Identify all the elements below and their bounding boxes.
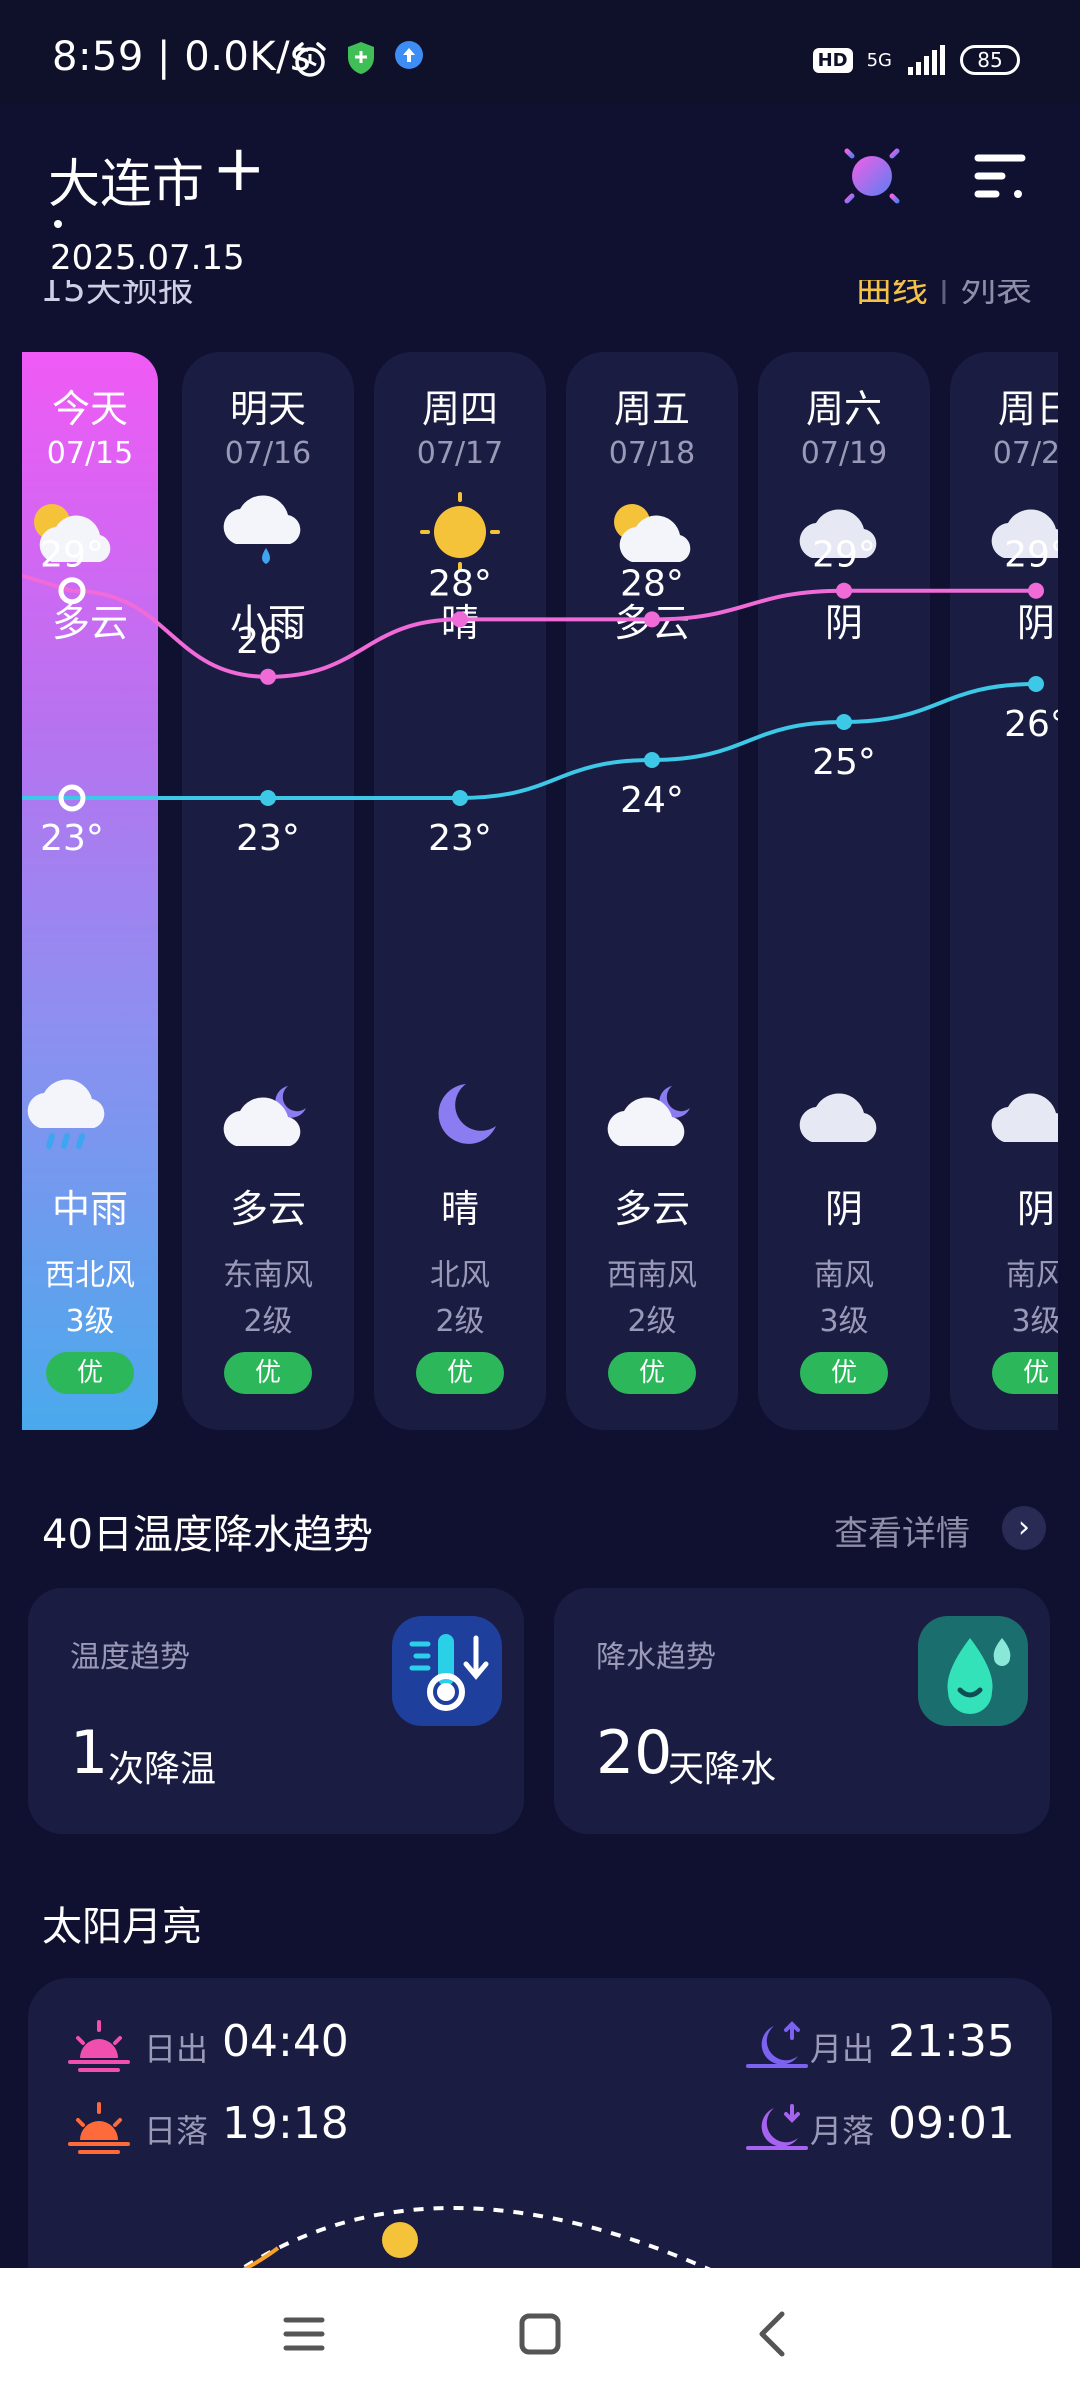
trend40-title: 40日温度降水趋势 [42,1512,373,1558]
current-date: 2025.07.15 [50,238,245,278]
rain-trend-value: 20 [596,1718,673,1788]
low-temp-label: 26° [1004,704,1058,745]
high-temp-point [644,611,660,628]
low-temp-label: 25° [812,742,876,783]
forecast-section-title: 15天预报 [40,280,194,304]
low-temp-point [836,714,852,730]
low-temp-label: 23° [40,818,104,859]
curve-view-tab[interactable]: 曲线 [856,280,928,304]
menu-icon[interactable] [972,150,1028,202]
view-toggle[interactable]: 曲线 | 列表 [856,280,1032,304]
high-temp-label: 29° [1004,535,1058,576]
sun-position-icon [382,2222,418,2258]
add-city-button[interactable]: + [212,132,266,206]
high-temp-label: 28° [428,563,492,604]
home-icon[interactable] [510,2304,570,2364]
temp-trend-unit: 次降温 [108,1749,217,1790]
view-details-link[interactable]: 查看详情 [834,1506,970,1555]
high-temp-point [452,611,468,628]
alarm-icon [294,42,326,77]
shield-icon [348,42,374,74]
low-temp-point [644,752,660,768]
high-temp-label: 28° [620,563,684,604]
page-indicator-dot [54,220,62,228]
sun-moon-card[interactable]: 日出 04:40 日落 19:18 月出 21:35 月落 09:01 [28,1978,1052,2278]
upload-icon [395,41,423,69]
list-view-tab[interactable]: 列表 [960,280,1032,304]
rain-trend-label: 降水趋势 [596,1640,716,1675]
high-temp-label: 26° [236,621,300,662]
precipitation-trend-card[interactable]: 降水趋势 20 天降水 [554,1588,1050,1834]
signal-icon [908,45,945,75]
low-temp-label: 24° [620,780,684,821]
high-temp-point [1028,582,1044,599]
sun-moon-title: 太阳月亮 [42,1904,202,1950]
thermometer-icon [392,1616,502,1726]
hd-badge: HD [812,47,853,73]
water-drop-icon [918,1616,1028,1726]
temperature-trend-card[interactable]: 温度趋势 1 次降温 [28,1588,524,1834]
low-temp-line [22,682,1037,800]
status-time: 8:59 | 0.0K/s [52,34,312,80]
temperature-curves: 29° 26° 28° 28° 29° 29° 23° 23° 23° 24° 25° 26° [22,535,1058,859]
chevron-right-icon[interactable]: › [1002,1506,1046,1550]
low-temp-point [1028,676,1044,692]
recent-apps-icon[interactable] [274,2304,334,2364]
low-temp-label: 23° [236,818,300,859]
navigation-bar [0,2268,1080,2400]
low-temp-label: 23° [428,818,492,859]
low-temp-point [260,790,276,806]
low-temp-point [452,790,468,806]
temp-trend-label: 温度趋势 [70,1640,190,1675]
high-temp-label: 29° [812,535,876,576]
high-temp-line [22,573,1036,679]
weather-sun-icon[interactable] [830,134,914,218]
rain-trend-unit: 天降水 [668,1749,777,1790]
high-temp-point [260,668,276,685]
forecast-strip[interactable]: 今天 07/15 多云 中雨 西北风 3级 优 明天 07/16 小雨 多云 东… [22,352,1058,1432]
status-bar: 8:59 | 0.0K/s HD 5G 85 [0,0,1080,104]
city-name[interactable]: 大连市 [48,142,204,217]
status-right: HD 5G 85 [812,40,1020,80]
temp-trend-value: 1 [70,1718,109,1788]
high-temp-point [836,582,852,599]
high-temp-label: 29° [40,535,104,576]
sun-arc [226,2206,729,2278]
back-icon[interactable] [744,2304,804,2364]
network-type: 5G [866,49,892,71]
battery-indicator: 85 [960,45,1020,75]
